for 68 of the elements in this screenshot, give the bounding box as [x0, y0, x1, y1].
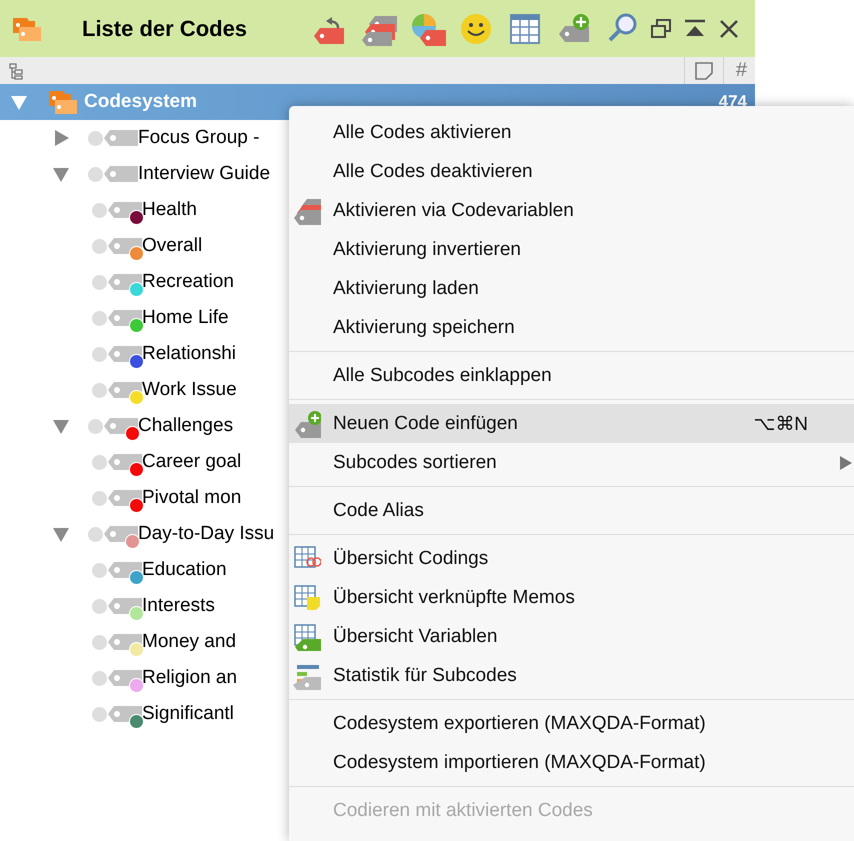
activation-dot[interactable] [88, 418, 103, 434]
tags-icon [293, 196, 321, 224]
tree-label[interactable]: Day-to-Day Issu [138, 523, 274, 545]
tree-label[interactable]: Home Life [142, 307, 229, 329]
menu-item[interactable]: Aktivierung invertieren [289, 230, 854, 269]
tree-label[interactable]: Health [142, 199, 197, 221]
window-title: Liste der Codes [82, 16, 248, 42]
collapse-triangle-icon[interactable] [52, 166, 70, 182]
activation-dot[interactable] [92, 562, 107, 578]
menu-item[interactable]: Code Alias [289, 491, 854, 530]
activation-dot[interactable] [92, 598, 107, 614]
tree-label[interactable]: Relationshi [142, 343, 236, 365]
activation-dot[interactable] [88, 166, 103, 182]
memo-icon[interactable] [694, 60, 714, 80]
tree-label[interactable]: Education [142, 559, 227, 581]
column-header[interactable]: # [736, 57, 755, 84]
menu-item[interactable]: Aktivierung speichern [289, 308, 854, 347]
activation-dot[interactable] [92, 670, 107, 686]
tree-label[interactable]: Focus Group - [138, 127, 260, 149]
collapse-triangle-icon[interactable] [52, 418, 70, 434]
activation-dot[interactable] [92, 634, 107, 650]
tree-label[interactable]: Work Issue [142, 379, 237, 401]
activation-dot[interactable] [92, 310, 107, 326]
activation-dot[interactable] [92, 274, 107, 290]
menu-item[interactable]: Codesystem importieren (MAXQDA-Format) [289, 743, 854, 782]
tree-label[interactable]: Significantl [142, 703, 234, 725]
tree-label: Codesystem [84, 91, 197, 113]
menu-item[interactable]: Übersicht Codings [289, 539, 854, 578]
table-tag-icon [293, 622, 321, 650]
activation-dot[interactable] [92, 238, 107, 254]
expand-triangle-icon[interactable] [52, 130, 70, 146]
table-note-icon [293, 584, 321, 612]
activation-dot[interactable] [92, 490, 107, 506]
shortcut-label: ⌥⌘N [753, 412, 808, 436]
tag-icon [104, 164, 138, 184]
collapse-triangle-icon[interactable] [52, 526, 70, 542]
activation-dot[interactable] [92, 454, 107, 470]
menu-item[interactable]: Aktivieren via Codevariablen [289, 191, 854, 230]
activation-dot[interactable] [88, 130, 103, 146]
tag-plus-icon [293, 410, 321, 438]
tree-label[interactable]: Interests [142, 595, 215, 617]
tree-label[interactable]: Career goal [142, 451, 242, 473]
menu-item[interactable]: Aktivierung laden [289, 269, 854, 308]
tree-label[interactable]: Interview Guide [138, 163, 270, 185]
tree-label[interactable]: Recreation [142, 271, 234, 293]
menu-item[interactable]: Übersicht Variablen [289, 617, 854, 656]
tree-label[interactable]: Pivotal mon [142, 487, 242, 509]
tree-label[interactable]: Money and [142, 631, 236, 653]
activation-dot[interactable] [92, 202, 107, 218]
tree-icon[interactable] [8, 62, 24, 80]
tree-label[interactable]: Overall [142, 235, 202, 257]
tree-label[interactable]: Religion an [142, 667, 238, 689]
restore-icon[interactable] [649, 16, 673, 40]
activation-dot[interactable] [92, 346, 107, 362]
menu-item[interactable]: Codesystem exportieren (MAXQDA-Format) [289, 704, 854, 743]
menu-item[interactable]: Alle Subcodes einklappen [289, 356, 854, 395]
menu-item[interactable]: Statistik für Subcodes [289, 656, 854, 695]
activation-dot[interactable] [92, 382, 107, 398]
activation-dot[interactable] [92, 706, 107, 722]
menu-item[interactable]: Neuen Code einfügen ⌥⌘N [289, 404, 854, 443]
pie-tag-icon[interactable] [410, 12, 446, 46]
tree-label[interactable]: Challenges [138, 415, 234, 437]
activation-dot[interactable] [88, 526, 103, 542]
collapse-triangle-icon[interactable] [10, 94, 28, 110]
menu-item[interactable]: Subcodes sortieren [289, 443, 854, 482]
menu-item[interactable]: Alle Codes deaktivieren [289, 152, 854, 191]
tag-icon [104, 128, 138, 148]
menu-item[interactable]: Übersicht verknüpfte Memos [289, 578, 854, 617]
